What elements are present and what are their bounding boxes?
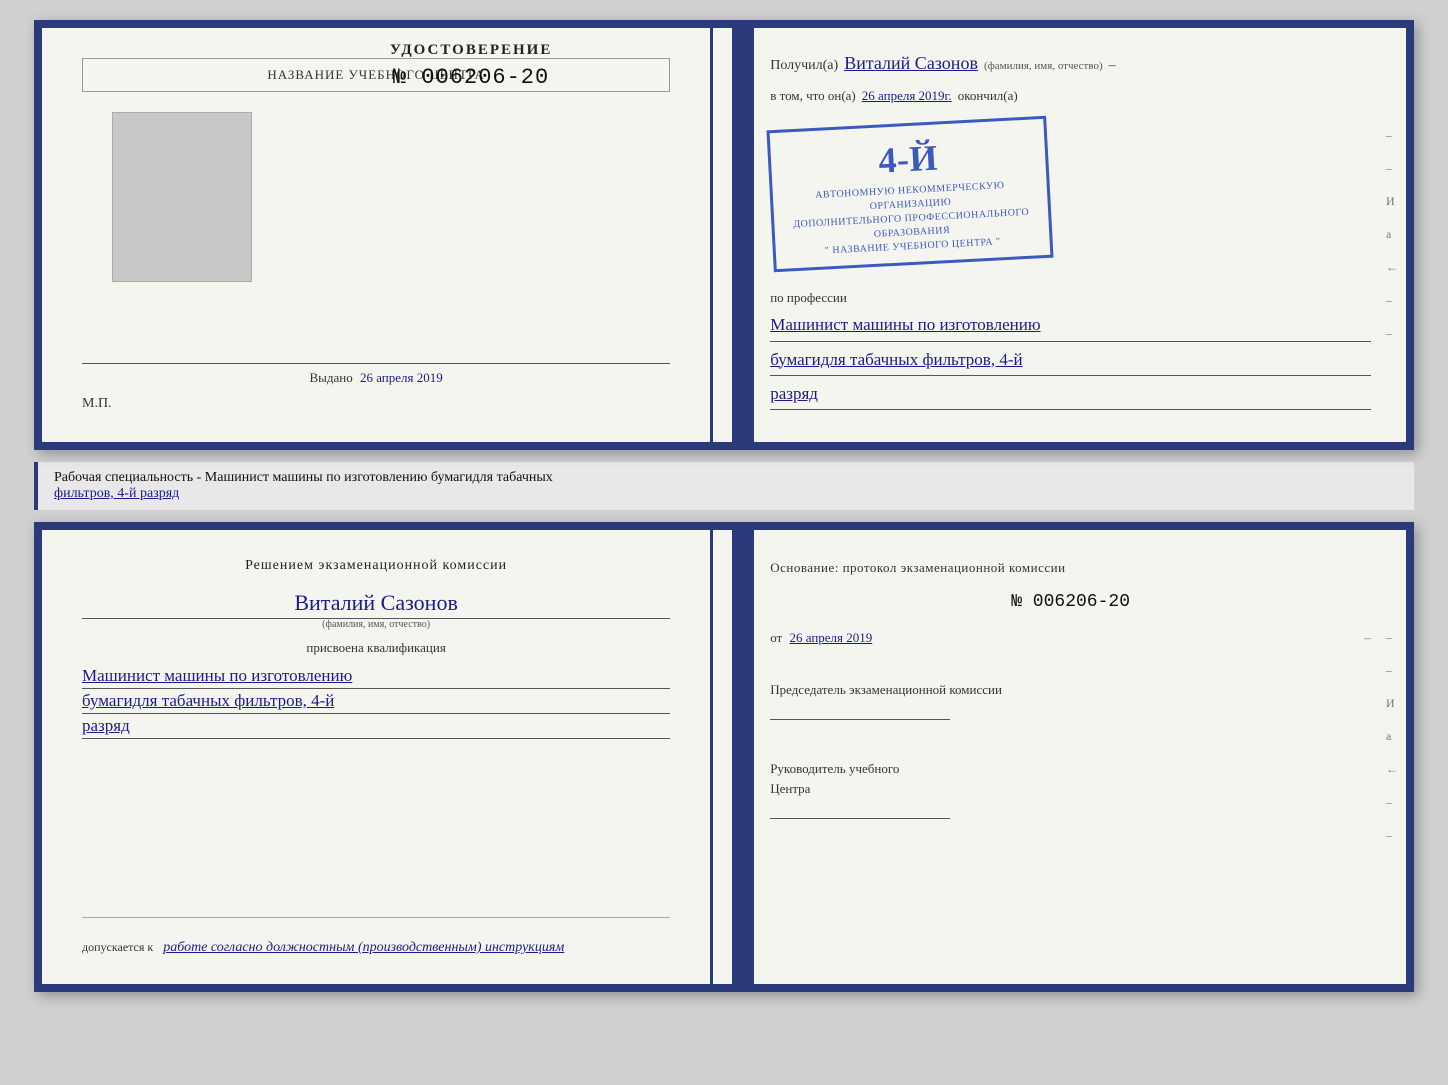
received-prefix: Получил(а) — [770, 58, 838, 74]
stamp-line3: " НАЗВАНИЕ УЧЕБНОГО ЦЕНТРА " — [825, 237, 1001, 257]
body-prefix: в том, что он(а) — [770, 88, 856, 104]
cert-title-label: УДОСТОВЕРЕНИЕ — [390, 42, 553, 59]
basis-label: Основание: протокол экзаменационной коми… — [770, 558, 1371, 578]
mp-label: М.П. — [82, 396, 112, 412]
deco-marks-bottom: ––Иа←–– — [1386, 630, 1398, 843]
qual-line2: бумагидля табачных фильтров, 4-й — [82, 691, 670, 714]
stamp-block: 4-й АВТОНОМНУЮ НЕКОММЕРЧЕСКУЮ ОРГАНИЗАЦИ… — [767, 116, 1054, 273]
decision-title: Решением экзаменационной комиссии — [82, 558, 670, 574]
date-value-bottom: 26 апреля 2019 — [789, 630, 872, 645]
cert-number-value: № 006206-20 — [393, 65, 549, 90]
assigned-label: присвоена квалификация — [82, 640, 670, 656]
top-cert-right-page: Получил(а) Виталий Сазонов (фамилия, имя… — [735, 28, 1406, 442]
allowed-block: допускается к работе согласно должностны… — [82, 917, 670, 956]
profession-line2: бумагидля табачных фильтров, 4-й — [770, 346, 1371, 376]
bottom-cert-spine — [732, 530, 754, 984]
name-sub-label-bottom: (фамилия, имя, отчество) — [82, 619, 670, 630]
bottom-certificate: Решением экзаменационной комиссии Витали… — [34, 522, 1414, 992]
deco-marks-top: ––Иа←–– — [1386, 128, 1398, 341]
head-label2: Центра — [770, 779, 1371, 799]
issued-label: Выдано — [309, 370, 352, 385]
cert-number-block: УДОСТОВЕРЕНИЕ № 006206-20 — [272, 42, 670, 90]
name-block-bottom: Виталий Сазонов (фамилия, имя, отчество) — [82, 590, 670, 630]
issued-date: 26 апреля 2019 — [360, 370, 443, 385]
separator-text-before: Рабочая специальность - Машинист машины … — [54, 470, 553, 485]
head-block: Руководитель учебного Центра — [770, 759, 1371, 824]
head-label1: Руководитель учебного — [770, 759, 1371, 779]
chairman-signature-line — [770, 719, 950, 720]
bottom-cert-right-page: Основание: протокол экзаменационной коми… — [735, 530, 1406, 984]
stamp-line2: ДОПОЛНИТЕЛЬНОГО ПРОФЕССИОНАЛЬНОГО ОБРАЗО… — [793, 207, 1029, 240]
top-certificate: НАЗВАНИЕ УЧЕБНОГО ЦЕНТРА УДОСТОВЕРЕНИЕ №… — [34, 20, 1414, 450]
top-cert-left-page: НАЗВАНИЕ УЧЕБНОГО ЦЕНТРА УДОСТОВЕРЕНИЕ №… — [42, 28, 713, 442]
recipient-sublabel: (фамилия, имя, отчество) — [984, 60, 1103, 72]
qual-line1: Машинист машины по изготовлению — [82, 666, 670, 689]
date-handwritten: 26 апреля 2019г. — [862, 88, 952, 104]
photo-placeholder — [112, 112, 252, 282]
received-line: Получил(а) Виталий Сазонов (фамилия, имя… — [770, 53, 1371, 74]
finished-label: окончил(а) — [958, 88, 1018, 104]
chairman-block: Председатель экзаменационной комиссии — [770, 680, 1371, 726]
body-line: в том, что он(а) 26 апреля 2019г. окончи… — [770, 88, 1371, 104]
profession-line1: Машинист машины по изготовлению — [770, 311, 1371, 341]
date-bottom-block: от 26 апреля 2019 – — [770, 630, 1371, 646]
date-prefix-bottom: от — [770, 630, 782, 645]
bottom-cert-left-page: Решением экзаменационной комиссии Витали… — [42, 530, 713, 984]
recipient-name: Виталий Сазонов — [844, 53, 978, 74]
profession-prefix: по профессии — [770, 290, 847, 305]
qual-line3: разряд — [82, 716, 670, 739]
allowed-prefix: допускается к — [82, 940, 153, 954]
separator-text-underlined: фильтров, 4-й разряд — [54, 486, 179, 501]
profession-line3: разряд — [770, 380, 1371, 410]
allowed-text: работе согласно должностным (производств… — [163, 940, 564, 955]
head-signature-line — [770, 818, 950, 819]
name-handwritten-bottom: Виталий Сазонов — [82, 590, 670, 619]
qualification-block: Машинист машины по изготовлению бумагидл… — [82, 666, 670, 739]
chairman-label: Председатель экзаменационной комиссии — [770, 680, 1371, 700]
profession-block-top: по профессии Машинист машины по изготовл… — [770, 289, 1371, 410]
protocol-number-bottom: № 006206-20 — [770, 592, 1371, 612]
separator-label: Рабочая специальность - Машинист машины … — [34, 462, 1414, 510]
